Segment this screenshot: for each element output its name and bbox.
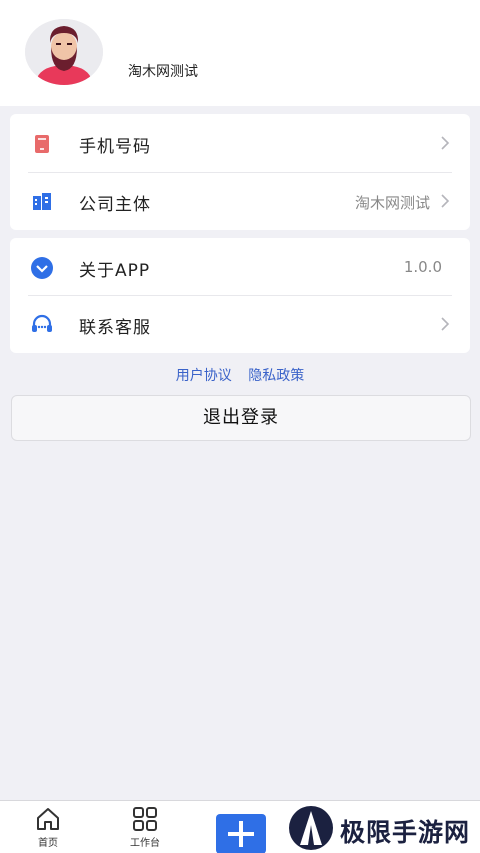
about-app-row[interactable]: 关于APP 1.0.0 (10, 238, 470, 296)
user-name: 淘木网测试 (128, 64, 198, 80)
tab-workbench-label: 工作台 (130, 838, 160, 849)
user-agreement-link[interactable]: 用户协议 (176, 368, 232, 384)
watermark: 极限手游网 (288, 805, 478, 851)
company-entity-value: 淘木网测试 (354, 194, 430, 212)
avatar[interactable] (25, 19, 103, 85)
contact-support-label: 联系客服 (79, 318, 151, 338)
phone-number-row[interactable]: 手机号码 (10, 114, 470, 172)
company-entity-row[interactable]: 公司主体 淘木网测试 (10, 172, 470, 230)
bearded-man-avatar-icon (25, 19, 103, 85)
phone-number-label: 手机号码 (79, 137, 151, 157)
add-button[interactable] (216, 814, 266, 853)
privacy-policy-link[interactable]: 隐私政策 (248, 368, 304, 384)
headset-icon (32, 314, 52, 332)
profile-header: 淘木网测试 (0, 0, 480, 106)
chevron-right-icon (441, 317, 450, 331)
tab-workbench[interactable]: 工作台 (123, 806, 167, 849)
chevron-right-icon (441, 194, 450, 208)
phone-book-icon (35, 135, 49, 153)
watermark-text: 极限手游网 (340, 818, 471, 847)
legal-links: 用户协议 隐私政策 (0, 365, 480, 385)
app-version-value: 1.0.0 (403, 258, 442, 276)
company-entity-label: 公司主体 (79, 195, 151, 215)
account-info-card: 手机号码 公司主体 淘木网测试 (10, 114, 470, 230)
tab-home-label: 首页 (38, 838, 58, 849)
home-icon (37, 808, 59, 830)
about-app-label: 关于APP (79, 261, 151, 281)
plus-icon (228, 821, 254, 847)
grid-icon (133, 807, 157, 831)
tab-home[interactable]: 首页 (30, 806, 66, 849)
building-icon (33, 193, 51, 210)
chevron-right-icon (441, 136, 450, 150)
watermark-logo-icon (289, 806, 333, 850)
chevron-circle-icon (31, 257, 53, 279)
contact-support-row[interactable]: 联系客服 (10, 295, 470, 353)
logout-button[interactable]: 退出登录 (11, 395, 471, 441)
app-info-card: 关于APP 1.0.0 联系客服 (10, 238, 470, 353)
